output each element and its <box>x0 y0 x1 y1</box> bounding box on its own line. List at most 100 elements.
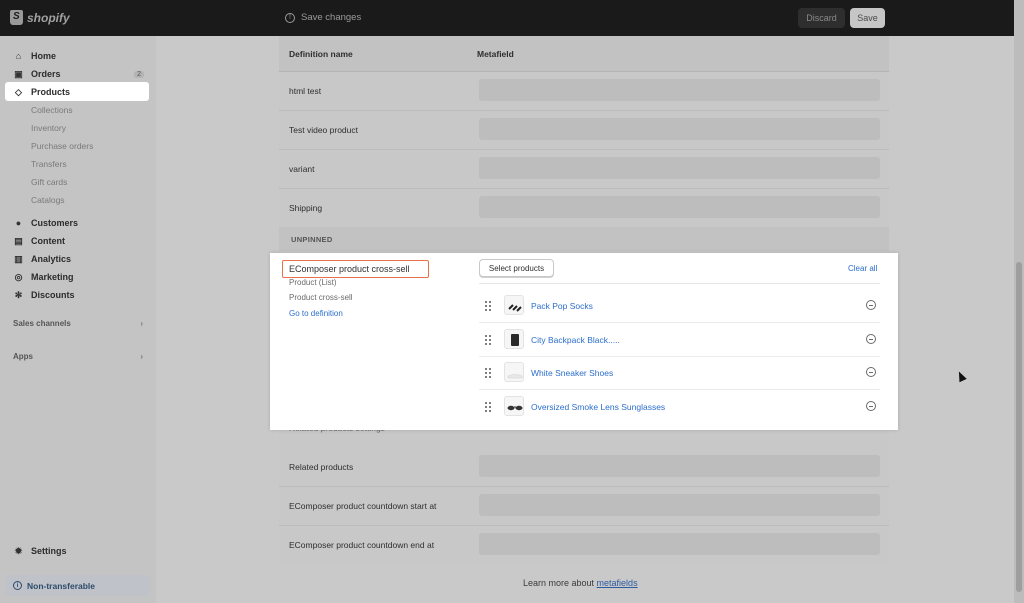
definition-name: Related products <box>289 462 354 472</box>
nav-customers[interactable]: ● Customers <box>14 218 144 228</box>
definition-description: Product cross-sell <box>289 293 353 302</box>
list-item: Pack Pop Socks <box>479 290 880 323</box>
table-row: html test <box>279 72 889 111</box>
top-bar: shopify ! Save changes Discard Save <box>0 0 1014 36</box>
discard-button[interactable]: Discard <box>798 8 845 28</box>
definition-name: EComposer product countdown end at <box>289 540 435 550</box>
drag-handle-icon[interactable] <box>485 368 491 378</box>
drag-handle-icon[interactable] <box>485 301 491 311</box>
metafield-input[interactable] <box>479 118 880 140</box>
metafield-input[interactable] <box>479 494 880 516</box>
product-thumbnail <box>504 329 524 349</box>
nav-collections[interactable]: Collections <box>31 105 73 115</box>
go-to-definition-link[interactable]: Go to definition <box>289 309 343 318</box>
nav-analytics-label: Analytics <box>31 254 72 264</box>
list-item: White Sneaker Shoes <box>479 357 880 390</box>
apps-header[interactable]: Apps › <box>13 352 143 361</box>
logo-text: shopify <box>27 10 70 25</box>
mouse-cursor-icon <box>955 369 967 383</box>
clear-all-link[interactable]: Clear all <box>848 264 877 273</box>
table-row: Test video product <box>279 111 889 150</box>
product-link[interactable]: Oversized Smoke Lens Sunglasses <box>531 402 665 412</box>
metafield-input[interactable] <box>479 455 880 477</box>
shopify-logo[interactable]: shopify <box>10 10 70 25</box>
unpinned-section-header: UNPINNED <box>279 227 889 251</box>
page-scrollbar[interactable] <box>1014 0 1024 603</box>
sales-channels-header[interactable]: Sales channels › <box>13 319 143 328</box>
remove-icon[interactable] <box>866 367 876 377</box>
drag-handle-icon[interactable] <box>485 335 491 345</box>
product-thumbnail <box>504 362 524 382</box>
col-definition-name: Definition name <box>289 49 353 59</box>
chevron-right-icon: › <box>140 352 143 361</box>
nav-products-label: Products <box>31 87 71 97</box>
nav-home[interactable]: ⌂ Home <box>14 51 144 61</box>
nav-content-label: Content <box>31 236 65 246</box>
remove-icon[interactable] <box>866 334 876 344</box>
remove-icon[interactable] <box>866 401 876 411</box>
product-link[interactable]: White Sneaker Shoes <box>531 368 613 378</box>
definition-name: Test video product <box>289 125 358 135</box>
info-icon: ! <box>285 12 295 23</box>
content-icon: ▤ <box>14 235 23 246</box>
orders-icon: ▣ <box>14 68 23 79</box>
scrollbar-thumb[interactable] <box>1016 262 1022 592</box>
nav-marketing-label: Marketing <box>31 272 74 282</box>
metafield-input[interactable] <box>479 79 880 101</box>
list-item: Oversized Smoke Lens Sunglasses <box>479 391 880 424</box>
definition-name: Shipping <box>289 203 323 213</box>
product-link[interactable]: City Backpack Black..... <box>531 335 620 345</box>
nav-products[interactable]: ◇ Products <box>14 86 144 98</box>
nav-transfers[interactable]: Transfers <box>31 159 67 169</box>
nav-settings-label: Settings <box>31 546 67 556</box>
nav-purchase-orders[interactable]: Purchase orders <box>31 141 93 151</box>
info-icon: i <box>13 581 22 590</box>
nav-analytics[interactable]: ▥ Analytics <box>14 253 144 265</box>
nav-settings[interactable]: ✹ Settings <box>14 546 144 557</box>
metafields-link[interactable]: metafields <box>597 578 638 588</box>
definition-title: EComposer product cross-sell <box>282 260 429 278</box>
definition-type: Product (List) <box>289 278 337 287</box>
metafield-input[interactable] <box>479 157 880 179</box>
nav-discounts-label: Discounts <box>31 290 75 300</box>
cross-sell-metafield-panel: EComposer product cross-sell Product (Li… <box>270 253 898 430</box>
nav-inventory[interactable]: Inventory <box>31 123 66 133</box>
divider <box>479 283 880 284</box>
metafield-input[interactable] <box>479 196 880 218</box>
target-icon: ◎ <box>14 271 23 282</box>
remove-icon[interactable] <box>866 300 876 310</box>
unpinned-label: UNPINNED <box>291 235 333 244</box>
discount-icon: ✻ <box>14 289 23 300</box>
nav-home-label: Home <box>31 51 57 61</box>
nav-content[interactable]: ▤ Content <box>14 235 144 247</box>
save-changes-text: Save changes <box>301 12 362 23</box>
product-thumbnail <box>504 295 524 315</box>
tag-icon: ◇ <box>15 86 22 97</box>
metafield-input[interactable] <box>479 533 880 555</box>
table-row: EComposer product countdown end at <box>279 526 889 565</box>
nav-customers-label: Customers <box>31 218 79 228</box>
person-icon: ● <box>15 218 22 228</box>
sales-channels-label: Sales channels <box>13 319 71 328</box>
save-button[interactable]: Save <box>850 8 885 28</box>
definition-name: html test <box>289 86 322 96</box>
nav-marketing[interactable]: ◎ Marketing <box>14 271 144 283</box>
product-link[interactable]: Pack Pop Socks <box>531 301 593 311</box>
apps-label: Apps <box>13 352 33 361</box>
list-item: City Backpack Black..... <box>479 324 880 357</box>
table-row: EComposer product countdown start at <box>279 487 889 526</box>
definition-name: variant <box>289 164 315 174</box>
bar-chart-icon: ▥ <box>14 253 23 264</box>
nav-orders-label: Orders <box>31 69 61 79</box>
table-row: Shipping <box>279 189 889 228</box>
nav-catalogs[interactable]: Catalogs <box>31 195 65 205</box>
drag-handle-icon[interactable] <box>485 402 491 412</box>
non-transferable-banner[interactable]: i Non-transferable <box>5 575 150 596</box>
select-products-button[interactable]: Select products <box>479 259 554 277</box>
table-row: variant <box>279 150 889 189</box>
table-header: Definition name Metafield <box>279 36 889 72</box>
nav-orders[interactable]: ▣ Orders 2 <box>14 69 144 79</box>
nav-gift-cards[interactable]: Gift cards <box>31 177 67 187</box>
nav-discounts[interactable]: ✻ Discounts <box>14 289 144 301</box>
table-row: Related products <box>279 448 889 487</box>
